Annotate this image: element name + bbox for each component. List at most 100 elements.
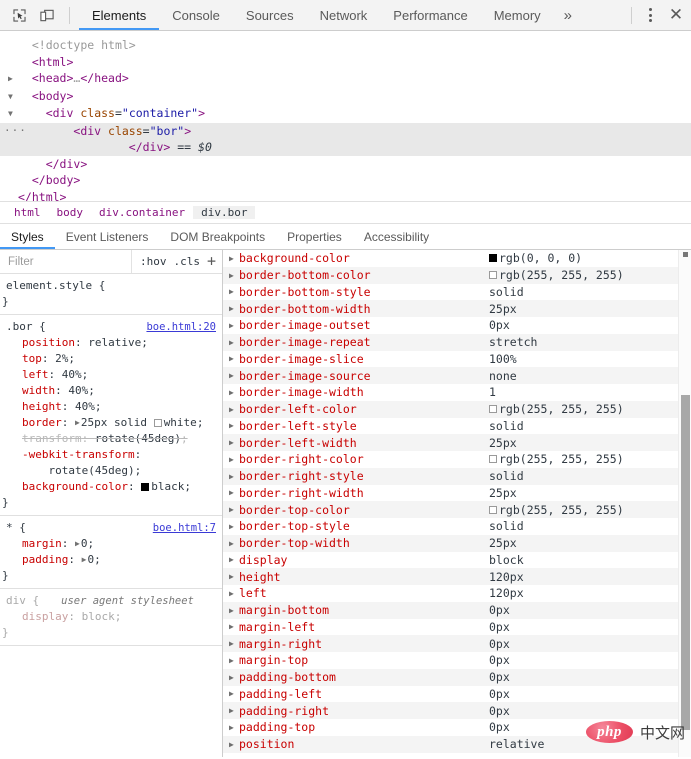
- filter-input[interactable]: Filter: [0, 250, 132, 273]
- dom-node[interactable]: </body>: [0, 172, 691, 189]
- css-declaration[interactable]: width: 40%;: [0, 383, 222, 399]
- css-rule[interactable]: div {user agent stylesheetdisplay: block…: [0, 589, 222, 646]
- disclosure-triangle-icon[interactable]: ▶: [229, 689, 239, 698]
- computed-property-row[interactable]: ▶border-right-stylesolid: [223, 468, 691, 485]
- expand-shorthand-icon[interactable]: ▶: [75, 539, 80, 548]
- disclosure-triangle-icon[interactable]: ▶: [229, 371, 239, 380]
- tab-styles[interactable]: Styles: [0, 224, 55, 249]
- css-declaration[interactable]: -webkit-transform: rotate(45deg);: [0, 447, 222, 479]
- dom-node[interactable]: </html>: [0, 189, 691, 202]
- disclosure-triangle-icon[interactable]: ▶: [229, 572, 239, 581]
- css-selector[interactable]: element.style {: [0, 278, 222, 294]
- computed-property-row[interactable]: ▶border-right-colorrgb(255, 255, 255): [223, 451, 691, 468]
- dom-node[interactable]: <html>: [0, 54, 691, 71]
- disclosure-triangle-icon[interactable]: ▶: [229, 706, 239, 715]
- disclosure-triangle-icon[interactable]: ▶: [229, 673, 239, 682]
- computed-property-row[interactable]: ▶border-image-repeatstretch: [223, 334, 691, 351]
- css-declaration[interactable]: position: relative;: [0, 335, 222, 351]
- disclosure-triangle-icon[interactable]: ▶: [229, 438, 239, 447]
- tab-sources[interactable]: Sources: [233, 0, 307, 30]
- disclosure-triangle-icon[interactable]: ▶: [229, 354, 239, 363]
- dom-node[interactable]: ▼ <body>: [0, 88, 691, 106]
- disclosure-triangle-icon[interactable]: ▶: [229, 606, 239, 615]
- disclosure-triangle-icon[interactable]: ▶: [229, 455, 239, 464]
- disclosure-triangle-icon[interactable]: ▶: [229, 505, 239, 514]
- disclosure-triangle-icon[interactable]: ▶: [229, 522, 239, 531]
- computed-property-row[interactable]: ▶border-left-width25px: [223, 434, 691, 451]
- computed-properties-list[interactable]: ▶background-colorrgb(0, 0, 0)▶border-bot…: [223, 250, 691, 757]
- expand-shorthand-icon[interactable]: ▶: [82, 555, 87, 564]
- tab-memory[interactable]: Memory: [481, 0, 554, 30]
- tab-console[interactable]: Console: [159, 0, 233, 30]
- disclosure-triangle-icon[interactable]: ▶: [229, 304, 239, 313]
- disclosure-triangle-icon[interactable]: ▶: [229, 254, 239, 263]
- disclosure-triangle-icon[interactable]: ▶: [229, 488, 239, 497]
- disclosure-triangle-icon[interactable]: ▶: [229, 589, 239, 598]
- css-rule-origin[interactable]: boe.html:20: [146, 319, 216, 335]
- disclosure-triangle-icon[interactable]: ▶: [229, 639, 239, 648]
- disclosure-triangle-icon[interactable]: ▶: [229, 656, 239, 665]
- css-rule-origin[interactable]: boe.html:7: [153, 520, 216, 536]
- dom-node[interactable]: ▼ <div class="container">: [0, 105, 691, 123]
- disclosure-triangle-icon[interactable]: ▼: [8, 89, 18, 106]
- computed-property-row[interactable]: ▶margin-right0px: [223, 635, 691, 652]
- computed-property-row[interactable]: ▶border-bottom-width25px: [223, 300, 691, 317]
- color-swatch-black[interactable]: [141, 483, 149, 491]
- css-selector[interactable]: * {boe.html:7: [0, 520, 222, 536]
- inspect-element-icon[interactable]: [8, 4, 30, 26]
- disclosure-triangle-icon[interactable]: ▶: [229, 555, 239, 564]
- disclosure-triangle-icon[interactable]: ▶: [229, 405, 239, 414]
- cls-button[interactable]: .cls: [173, 255, 200, 268]
- computed-property-row[interactable]: ▶padding-right0px: [223, 702, 691, 719]
- css-declaration[interactable]: left: 40%;: [0, 367, 222, 383]
- css-declaration[interactable]: margin: ▶0;: [0, 536, 222, 552]
- computed-property-row[interactable]: ▶border-left-stylesolid: [223, 418, 691, 435]
- tab-event-listeners[interactable]: Event Listeners: [55, 224, 160, 249]
- disclosure-triangle-icon[interactable]: ▶: [229, 723, 239, 732]
- color-swatch-white[interactable]: [489, 405, 497, 413]
- dom-tree[interactable]: <!doctype html> <html>▶ <head>…</head>▼ …: [0, 31, 691, 201]
- color-swatch-white[interactable]: [489, 506, 497, 514]
- disclosure-triangle-icon[interactable]: ▶: [229, 740, 239, 749]
- disclosure-triangle-icon[interactable]: ▶: [229, 338, 239, 347]
- computed-property-row[interactable]: ▶height120px: [223, 568, 691, 585]
- disclosure-triangle-icon[interactable]: ▶: [229, 421, 239, 430]
- css-declaration[interactable]: height: 40%;: [0, 399, 222, 415]
- disclosure-triangle-icon[interactable]: ▶: [229, 271, 239, 280]
- disclosure-triangle-icon[interactable]: ▼: [8, 106, 18, 123]
- disclosure-triangle-icon[interactable]: ▶: [8, 71, 18, 88]
- computed-property-row[interactable]: ▶margin-left0px: [223, 619, 691, 636]
- disclosure-triangle-icon[interactable]: ▶: [229, 472, 239, 481]
- computed-property-row[interactable]: ▶border-top-colorrgb(255, 255, 255): [223, 501, 691, 518]
- computed-property-row[interactable]: ▶positionrelative: [223, 736, 691, 753]
- computed-property-row[interactable]: ▶margin-bottom0px: [223, 602, 691, 619]
- disclosure-triangle-icon[interactable]: ▶: [229, 388, 239, 397]
- close-icon[interactable]: ✕: [661, 4, 691, 26]
- scrollbar-thumb[interactable]: [681, 395, 690, 730]
- vertical-scrollbar[interactable]: [678, 250, 691, 757]
- computed-property-row[interactable]: ▶border-image-slice100%: [223, 351, 691, 368]
- css-rule[interactable]: element.style {}: [0, 274, 222, 315]
- tab-network[interactable]: Network: [307, 0, 381, 30]
- css-declaration[interactable]: border: ▶25px solid white;: [0, 415, 222, 431]
- computed-property-row[interactable]: ▶border-bottom-colorrgb(255, 255, 255): [223, 267, 691, 284]
- expand-ellipsis-icon[interactable]: ···: [4, 123, 27, 140]
- tab-dom-breakpoints[interactable]: DOM Breakpoints: [159, 224, 276, 249]
- css-declaration[interactable]: transform: rotate(45deg);: [0, 431, 222, 447]
- css-selector[interactable]: .bor {boe.html:20: [0, 319, 222, 335]
- computed-property-row[interactable]: ▶border-top-stylesolid: [223, 518, 691, 535]
- hov-button[interactable]: :hov: [140, 255, 167, 268]
- tab-elements[interactable]: Elements: [79, 0, 159, 30]
- computed-property-row[interactable]: ▶border-image-sourcenone: [223, 367, 691, 384]
- computed-property-row[interactable]: ▶border-left-colorrgb(255, 255, 255): [223, 401, 691, 418]
- computed-property-row[interactable]: ▶border-top-width25px: [223, 535, 691, 552]
- css-declaration[interactable]: padding: ▶0;: [0, 552, 222, 568]
- breadcrumb-item-body[interactable]: body: [49, 206, 92, 219]
- computed-property-row[interactable]: ▶left120px: [223, 585, 691, 602]
- css-declaration[interactable]: top: 2%;: [0, 351, 222, 367]
- dom-node-selected[interactable]: ··· <div class="bor">: [0, 123, 691, 140]
- device-toolbar-icon[interactable]: [36, 4, 58, 26]
- computed-property-row[interactable]: ▶padding-top0px: [223, 719, 691, 736]
- disclosure-triangle-icon[interactable]: ▶: [229, 321, 239, 330]
- computed-property-row[interactable]: ▶border-image-width1: [223, 384, 691, 401]
